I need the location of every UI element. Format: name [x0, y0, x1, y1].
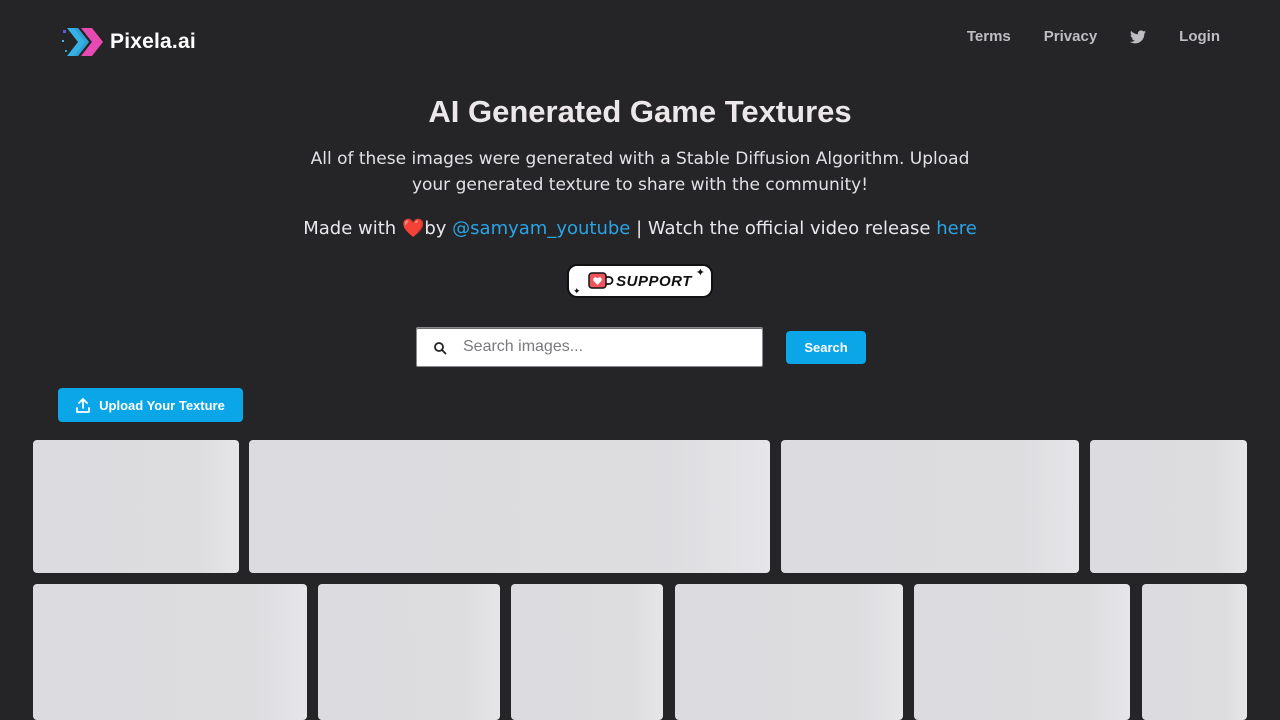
sparkle-icon: ✦ — [695, 267, 705, 279]
upload-label: Upload Your Texture — [99, 397, 225, 413]
nav-login-link[interactable]: Login — [1179, 28, 1220, 46]
upload-texture-button[interactable]: Upload Your Texture — [58, 388, 243, 422]
gallery-tile[interactable] — [318, 584, 500, 720]
gallery-tile[interactable] — [33, 584, 307, 720]
twitter-icon[interactable] — [1130, 30, 1147, 44]
gallery-tile[interactable] — [675, 584, 903, 720]
gallery-tile[interactable] — [33, 440, 239, 573]
page-title: AI Generated Game Textures — [428, 94, 852, 129]
video-release-text: | Watch the official video release — [630, 218, 937, 239]
upload-icon — [76, 397, 91, 413]
support-label: SUPPORT — [616, 272, 692, 290]
hero-description: All of these images were generated with … — [310, 149, 970, 195]
pixela-logo-icon — [62, 28, 103, 56]
site-header: Pixela.ai Terms Privacy Login — [0, 0, 1280, 80]
video-link[interactable]: here — [936, 218, 977, 239]
sparkle-small-icon: ✦ — [573, 286, 581, 296]
search-icon — [434, 342, 447, 355]
gallery-tile[interactable] — [781, 440, 1079, 573]
gallery-tile[interactable] — [511, 584, 663, 720]
by-text: by — [424, 218, 447, 239]
search-button[interactable]: Search — [786, 331, 866, 364]
made-with-line: Made with ❤️by @samyam_youtube | Watch t… — [0, 217, 1280, 241]
author-link[interactable]: @samyam_youtube — [452, 218, 630, 239]
coffee-cup-heart-icon — [588, 272, 614, 289]
heart-icon: ❤️ — [401, 218, 425, 239]
gallery-tile[interactable] — [1090, 440, 1247, 573]
search-input[interactable] — [461, 328, 756, 366]
top-nav: Terms Privacy Login — [934, 28, 1220, 46]
nav-privacy-link[interactable]: Privacy — [1044, 28, 1097, 46]
gallery-tile[interactable] — [1142, 584, 1247, 720]
logo-text: Pixela.ai — [110, 30, 196, 53]
support-button[interactable]: SUPPORT ✦ ✦ — [567, 264, 713, 298]
nav-terms-link[interactable]: Terms — [967, 28, 1011, 46]
search-box — [416, 327, 763, 367]
gallery-tile[interactable] — [249, 440, 770, 573]
gallery-tile[interactable] — [914, 584, 1130, 720]
made-with-prefix: Made with — [303, 218, 397, 239]
logo-link[interactable]: Pixela.ai — [62, 24, 196, 60]
